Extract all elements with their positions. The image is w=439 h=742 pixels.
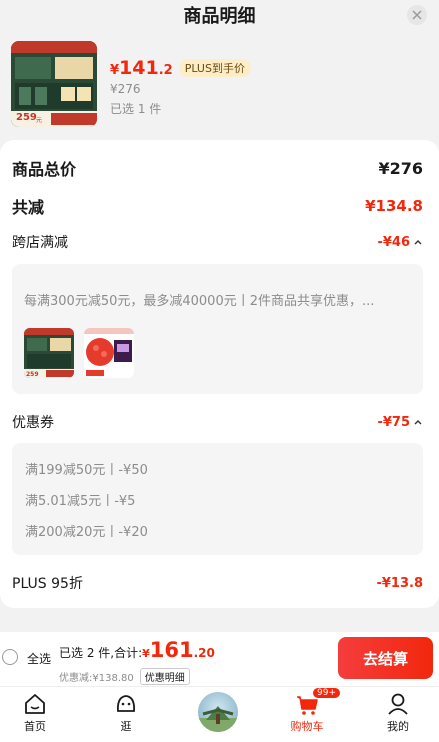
coupon-item: 满199减50元丨-¥50: [25, 463, 148, 478]
price-decimal: .2: [158, 62, 173, 78]
price-integer: 141: [119, 57, 159, 79]
total-value: ¥276: [378, 158, 423, 178]
coupon-value: -¥75: [377, 414, 410, 430]
bottom-tab-bar: 首页 逛 99+ 购物车 我的: [0, 686, 439, 742]
tab-label: 首页: [24, 720, 46, 733]
coupon-row[interactable]: 优惠券 -¥75: [12, 412, 423, 432]
home-icon: [25, 694, 45, 714]
tab-stroll[interactable]: 逛: [91, 687, 161, 742]
plus-discount-row: PLUS 95折 -¥13.8: [12, 573, 423, 593]
price-currency: ¥: [110, 62, 120, 78]
tab-label: 购物车: [290, 720, 324, 733]
plus-discount-value: -¥13.8: [376, 575, 423, 591]
plus-discount-label: PLUS 95折: [12, 576, 83, 592]
tab-label: 逛: [120, 720, 132, 733]
product-summary: 259 元 ¥ 141 .2 PLUS到手价 ¥276 已选 1 件: [0, 40, 439, 130]
cart-count-badge: 99+: [312, 687, 341, 699]
detail-sheet: 商品明细 259 元 ¥ 141 .2 PLUS到手价 ¥276 已选 1 件 …: [0, 0, 439, 632]
selected-count: 已选 1 件: [110, 102, 162, 116]
tab-profile[interactable]: 我的: [363, 687, 433, 742]
checkout-button[interactable]: 去结算: [338, 637, 433, 679]
cross-store-value-wrap: -¥46: [377, 235, 423, 250]
select-all-checkbox[interactable]: [2, 649, 18, 665]
profile-icon: [388, 693, 408, 715]
coupon-value-wrap: -¥75: [377, 415, 423, 430]
checkout-bar: 全选 已选 2 件,合计: ¥ 161 .20 优惠减:¥138.80 优惠明细…: [0, 632, 439, 686]
chevron-up-icon[interactable]: [413, 417, 423, 427]
promo-product-image-2[interactable]: [84, 328, 134, 378]
tab-label: 我的: [387, 720, 409, 733]
discount-detail-button[interactable]: 优惠明细: [139, 668, 190, 685]
total-summary: 已选 2 件,合计: ¥ 161 .20: [59, 638, 215, 662]
svg-text:259: 259: [26, 371, 39, 378]
close-button[interactable]: [407, 5, 427, 25]
sheet-title: 商品明细: [183, 6, 256, 27]
coupon-item: 满200减20元丨-¥20: [25, 525, 148, 540]
reduce-row: 共减 ¥134.8: [12, 194, 423, 218]
promo-product-image-1[interactable]: 259: [24, 328, 74, 378]
total-label: 商品总价: [12, 160, 77, 179]
thumbnail-price-label: 259: [16, 112, 37, 123]
original-price: ¥276: [110, 82, 141, 96]
plus-price-badge: PLUS到手价: [178, 59, 251, 77]
total-decimal: .20: [193, 646, 215, 660]
center-avatar-button[interactable]: [198, 692, 238, 732]
tab-home[interactable]: 首页: [0, 687, 70, 742]
total-row: 商品总价 ¥276: [12, 156, 423, 180]
product-price: ¥ 141 .2 PLUS到手价: [110, 57, 251, 79]
coupon-item: 满5.01减5元丨-¥5: [25, 494, 136, 509]
price-breakdown-card: 商品总价 ¥276 共减 ¥134.8 跨店满减 -¥46 每满300元减50元…: [0, 140, 439, 608]
cross-store-label: 跨店满减: [12, 235, 68, 251]
tab-cart[interactable]: 99+ 购物车: [272, 687, 342, 742]
total-integer: 161: [149, 638, 194, 662]
total-currency: ¥: [142, 647, 150, 660]
cross-store-value: -¥46: [377, 234, 410, 250]
cross-store-row[interactable]: 跨店满减 -¥46: [12, 232, 423, 252]
product-thumbnail[interactable]: 259 元: [11, 41, 97, 127]
thumbnail-price-unit: 元: [36, 117, 43, 124]
reduce-value: ¥134.8: [365, 197, 423, 215]
cross-store-description: 每满300元减50元，最多减40000元丨2件商品共享优惠，...: [24, 294, 375, 309]
discount-label: 优惠减:¥138.80: [59, 673, 134, 684]
select-all-label[interactable]: 全选: [27, 650, 51, 667]
sheet-header: 商品明细: [0, 0, 439, 30]
selected-total-label: 已选 2 件,合计:: [59, 646, 143, 660]
reduce-label: 共减: [12, 198, 45, 217]
chevron-up-icon[interactable]: [413, 237, 423, 247]
stroll-icon: [117, 695, 135, 712]
coupon-detail: 满199减50元丨-¥50 满5.01减5元丨-¥5 满200减20元丨-¥20: [12, 443, 423, 555]
discount-summary: 优惠减:¥138.80 优惠明细: [59, 668, 190, 685]
coupon-label: 优惠券: [12, 415, 54, 431]
cross-store-detail: 每满300元减50元，最多减40000元丨2件商品共享优惠，... 259: [12, 264, 423, 394]
close-icon: [412, 10, 422, 20]
